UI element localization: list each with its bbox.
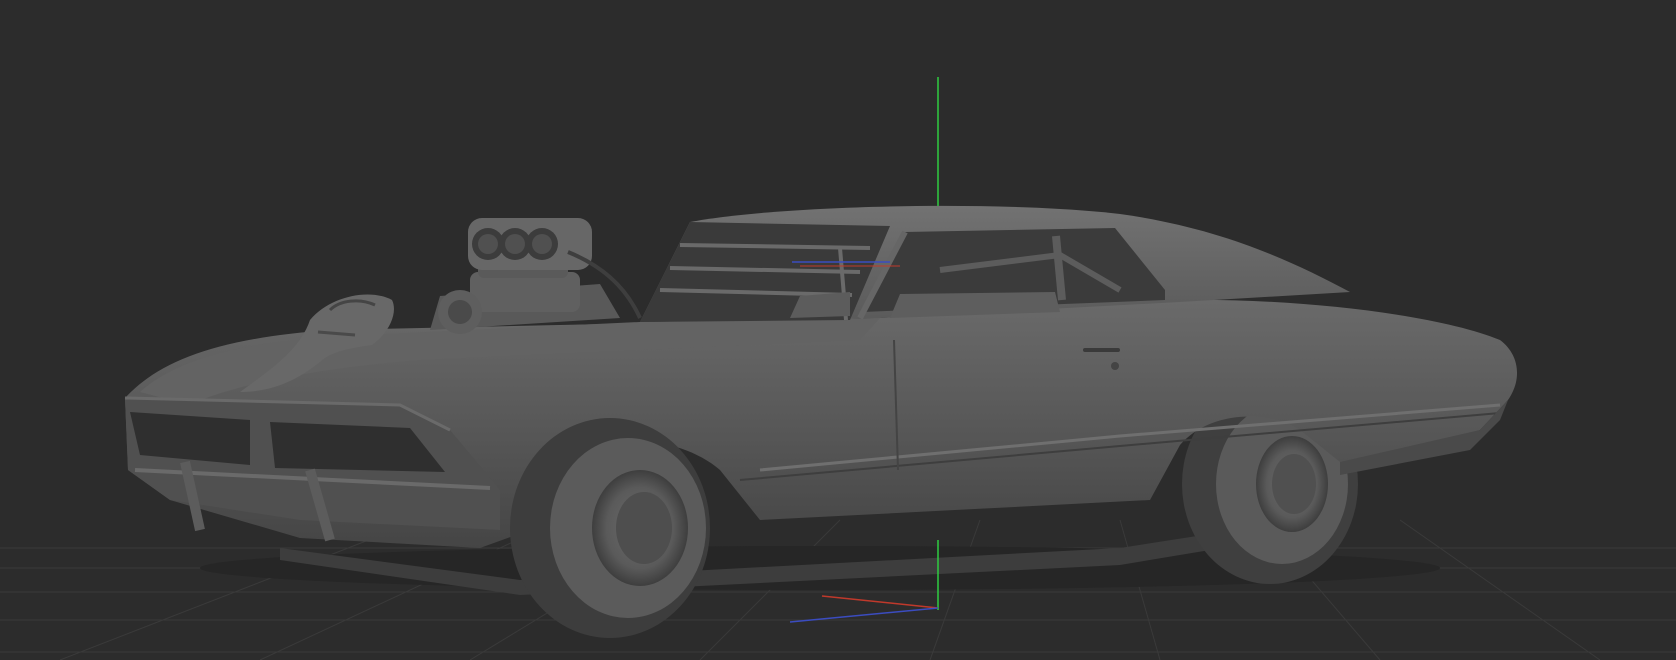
floor-grid [0, 519, 1676, 660]
3d-viewport[interactable] [0, 0, 1676, 660]
engine-blower[interactable] [430, 218, 642, 334]
front-wheel[interactable] [510, 418, 710, 638]
viewport-canvas[interactable] [0, 0, 1676, 660]
car-model[interactable] [124, 205, 1518, 638]
